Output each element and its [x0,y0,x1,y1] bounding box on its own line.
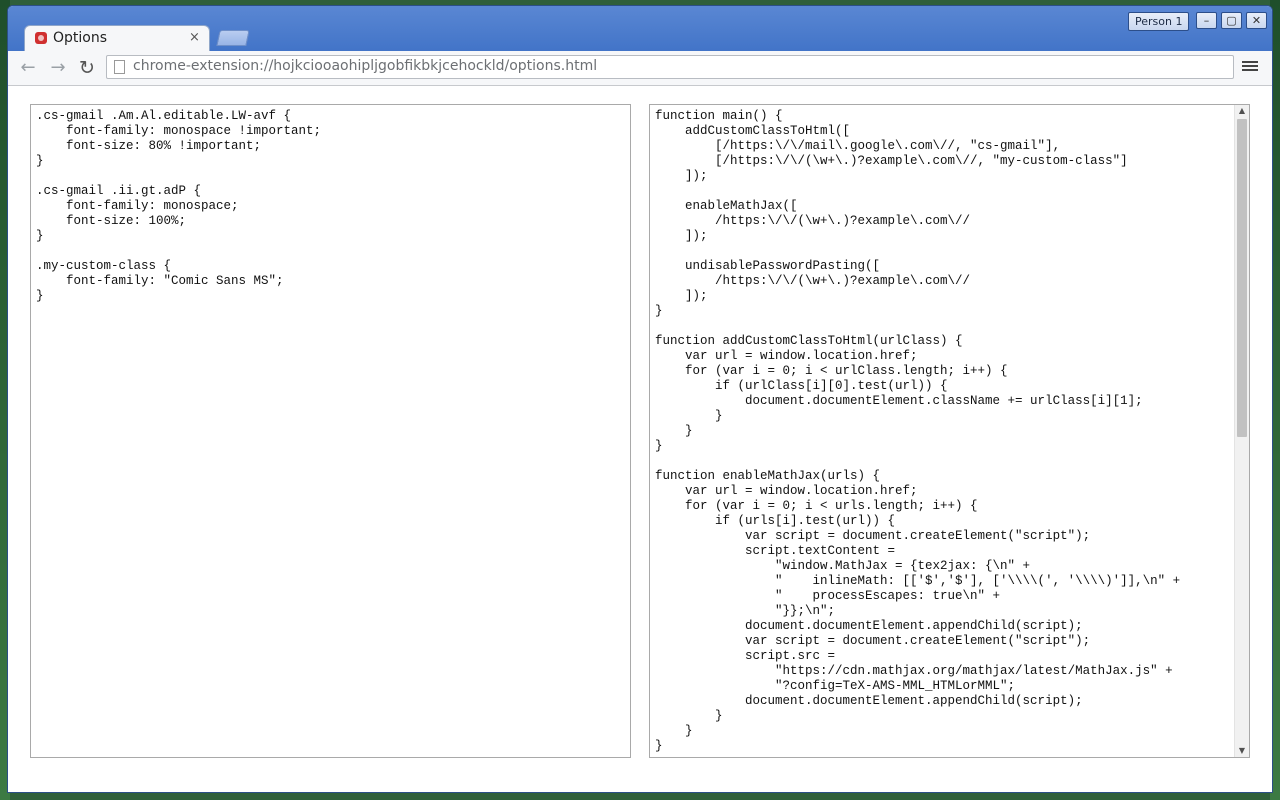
js-editor-scrollbar[interactable]: ▲ ▼ [1234,105,1249,757]
reload-button[interactable]: ↻ [75,56,99,80]
css-editor[interactable]: .cs-gmail .Am.Al.editable.LW-avf { font-… [30,104,631,758]
minimize-button[interactable]: – [1196,12,1217,29]
js-editor-text[interactable]: function main() { addCustomClassToHtml([… [655,109,1180,754]
back-button[interactable]: ← [16,56,40,80]
chrome-menu-icon[interactable] [1242,59,1258,75]
js-editor[interactable]: function main() { addCustomClassToHtml([… [649,104,1250,758]
forward-button[interactable]: → [46,56,70,80]
browser-window: Options × Person 1 – ▢ ✕ ← → ↻ chrome-ex… [8,6,1272,792]
close-window-button[interactable]: ✕ [1246,12,1267,29]
page-content: .cs-gmail .Am.Al.editable.LW-avf { font-… [8,86,1272,792]
extension-favicon-icon [35,32,47,44]
browser-toolbar: ← → ↻ chrome-extension://hojkciooaohiplj… [8,51,1272,86]
css-editor-text[interactable]: .cs-gmail .Am.Al.editable.LW-avf { font-… [36,109,321,304]
scroll-up-icon[interactable]: ▲ [1235,105,1249,117]
title-bar: Options × Person 1 – ▢ ✕ [8,6,1272,52]
page-icon [114,60,125,74]
scrollbar-thumb[interactable] [1237,119,1247,437]
tab-options[interactable]: Options × [24,25,210,52]
scroll-down-icon[interactable]: ▼ [1235,745,1249,757]
url-text[interactable]: chrome-extension://hojkciooaohipljgobfik… [133,58,597,74]
maximize-button[interactable]: ▢ [1221,12,1242,29]
tab-title: Options [53,30,108,46]
profile-button[interactable]: Person 1 [1128,12,1190,31]
new-tab-button[interactable] [216,30,250,46]
address-bar[interactable]: chrome-extension://hojkciooaohipljgobfik… [106,55,1234,79]
tab-close-icon[interactable]: × [189,30,200,45]
